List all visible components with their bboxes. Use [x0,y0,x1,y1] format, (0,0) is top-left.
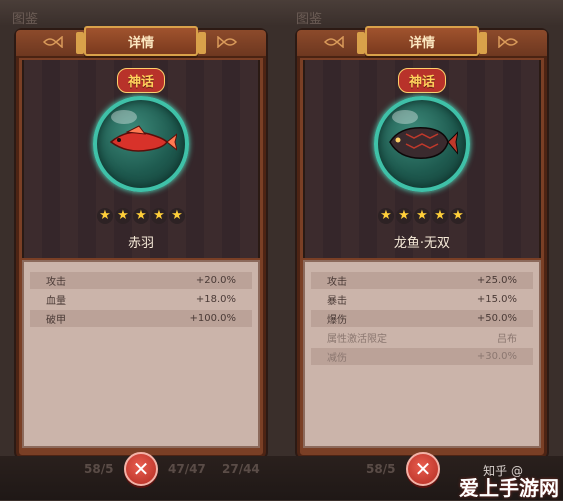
collection-label-right: 图鉴 [296,12,323,27]
collection-counter: 58/5 [84,462,114,476]
dragon-fish-icon [389,127,458,159]
stat-row: 爆伤 +50.0% [311,310,533,327]
stat-row: 破甲 +100.0% [30,310,252,327]
collection-counter: 27/44 [222,462,260,476]
stat-row: 血量 +18.0% [30,291,252,308]
stat-value: +20.0% [195,275,236,286]
close-button[interactable]: ✕ [124,452,158,486]
stat-row: 减伤 +30.0% [311,348,533,365]
fish-bubble [374,96,470,192]
stat-value: +15.0% [476,294,517,305]
star-icon: ★ [378,208,394,224]
stat-row: 攻击 +20.0% [30,272,252,289]
fish-ornament-icon [323,36,344,48]
stat-label: 属性激活限定 [327,334,387,345]
star-icon: ★ [169,208,185,224]
collection-counter: 47/47 [168,462,206,476]
stat-value: 吕布 [497,334,517,345]
stat-label: 暴击 [327,296,347,307]
fish-ornament-icon [42,36,63,48]
panel-title: 详情 [76,26,206,56]
fish-detail-panel-2: 详情 神话 ★ ★ ★ ★ ★ 龙鱼·无双 攻击 +25.0% 暴击 +15.0… [297,26,547,458]
fish-showcase: 神话 ★ ★ ★ ★ ★ 龙鱼·无双 [303,60,541,258]
stats-box: 攻击 +25.0% 暴击 +15.0% 爆伤 +50.0% 属性激活限定 吕布 … [303,260,541,448]
rarity-badge: 神话 [116,68,166,93]
star-icon: ★ [151,208,167,224]
star-icon: ★ [414,208,430,224]
stat-label: 爆伤 [327,315,347,326]
stat-value: +18.0% [195,294,236,305]
star-rating: ★ ★ ★ ★ ★ [97,208,185,224]
collection-label: 图鉴 [12,12,39,27]
fish-name: 赤羽 [127,236,154,251]
stat-label: 血量 [46,296,66,307]
stat-value: +50.0% [476,313,517,324]
fish-ornament-icon [498,36,519,48]
stat-row: 属性激活限定 吕布 [311,329,533,346]
stat-value: +25.0% [476,275,517,286]
fish-detail-panel-1: 详情 神话 ★ ★ ★ ★ ★ 赤羽 攻击 +20.0% 血量 +18.0% 破… [16,26,266,458]
stat-label: 攻击 [327,277,347,288]
star-rating: ★ ★ ★ ★ ★ [378,208,466,224]
stat-label: 破甲 [46,315,66,326]
star-icon: ★ [432,208,448,224]
star-icon: ★ [133,208,149,224]
stats-box: 攻击 +20.0% 血量 +18.0% 破甲 +100.0% [22,260,260,448]
collection-counter: 58/5 [366,462,396,476]
star-icon: ★ [396,208,412,224]
star-icon: ★ [115,208,131,224]
fish-bubble [93,96,189,192]
stat-row: 攻击 +25.0% [311,272,533,289]
fish-name: 龙鱼·无双 [393,236,451,251]
stat-row: 暴击 +15.0% [311,291,533,308]
close-button[interactable]: ✕ [406,452,440,486]
star-icon: ★ [97,208,113,224]
rarity-badge: 神话 [397,68,447,93]
panel-title: 详情 [357,26,487,56]
stat-label: 减伤 [327,353,347,364]
red-fish-icon [109,125,177,152]
site-watermark: 爱上手游网 [459,476,559,500]
fish-showcase: 神话 ★ ★ ★ ★ ★ 赤羽 [22,60,260,258]
star-icon: ★ [450,208,466,224]
stat-value: +100.0% [189,313,236,324]
stat-label: 攻击 [46,277,66,288]
fish-ornament-icon [217,36,238,48]
stat-value: +30.0% [476,351,517,362]
background-header [0,0,563,26]
